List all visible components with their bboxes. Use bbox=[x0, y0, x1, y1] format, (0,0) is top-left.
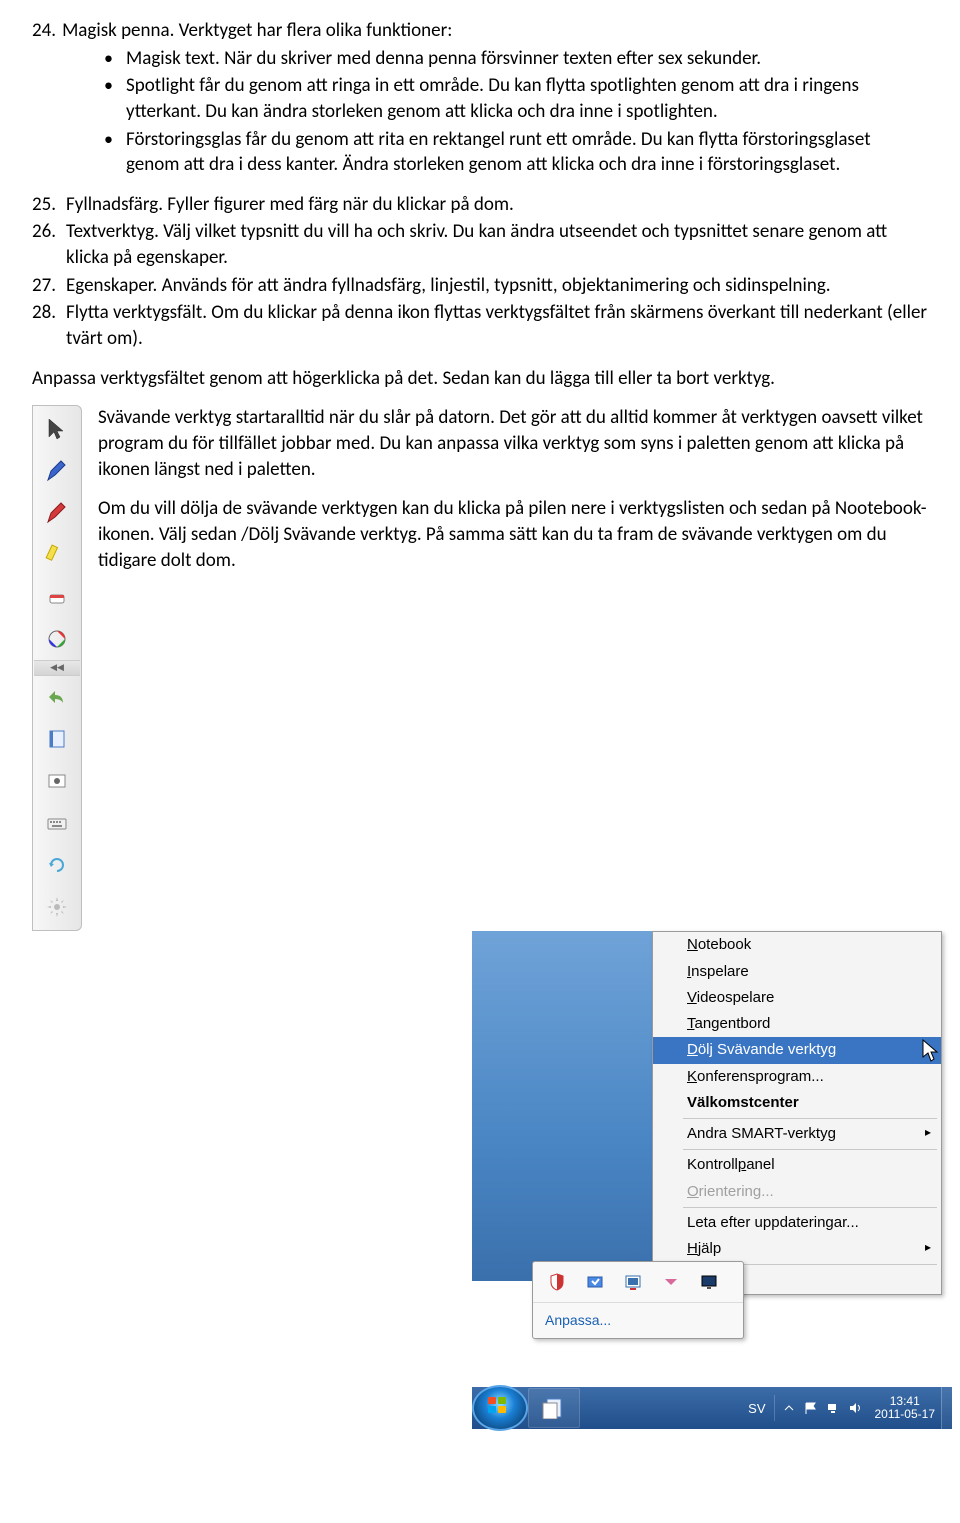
item-text: Magisk penna. Verktyget har flera olika … bbox=[62, 18, 452, 44]
menu-separator bbox=[683, 1149, 937, 1150]
paragraph: Svävande verktyg startaralltid när du sl… bbox=[98, 405, 928, 482]
list-item: Förstoringsglas får du genom att rita en… bbox=[126, 127, 928, 178]
menu-item-uppdateringar[interactable]: Leta efter uppdateringar... bbox=[653, 1210, 941, 1236]
menu-item-notebook[interactable]: Notebook bbox=[653, 932, 941, 958]
settings-tool[interactable] bbox=[37, 887, 77, 927]
list-item-28: 28. Flytta verktygsfält. Om du klickar p… bbox=[32, 300, 928, 351]
notebook-tool[interactable] bbox=[37, 719, 77, 759]
color-picker-tool[interactable] bbox=[37, 619, 77, 659]
taskbar-clock[interactable]: 13:41 2011-05-17 bbox=[869, 1395, 942, 1423]
menu-item-konferensprogram[interactable]: Konferensprogram... bbox=[653, 1064, 941, 1090]
eraser-tool[interactable] bbox=[37, 577, 77, 617]
refresh-tool[interactable] bbox=[37, 845, 77, 885]
list-item: Spotlight får du genom att ringa in ett … bbox=[126, 73, 928, 124]
paragraph-customize: Anpassa verktygsfältet genom att högerkl… bbox=[32, 366, 928, 392]
clock-date: 2011-05-17 bbox=[875, 1408, 936, 1422]
menu-item-andra-smart[interactable]: Andra SMART-verktyg bbox=[653, 1121, 941, 1147]
menu-item-kontrollpanel[interactable]: Kontrollpanel bbox=[653, 1152, 941, 1178]
menu-label: Dölj Svävande verktyg bbox=[687, 1041, 836, 1058]
volume-icon[interactable] bbox=[847, 1400, 863, 1416]
menu-item-dolj-svavande[interactable]: Dölj Svävande verktyg bbox=[653, 1037, 941, 1063]
list-item-25: 25. Fyllnadsfärg. Fyller figurer med fär… bbox=[32, 192, 928, 218]
list-item-27: 27. Egenskaper. Används för att ändra fy… bbox=[32, 273, 928, 299]
paragraph: Om du vill dölja de svävande verktygen k… bbox=[98, 496, 928, 573]
menu-label: Notebook bbox=[687, 936, 751, 953]
tray-icon-shield[interactable] bbox=[547, 1272, 567, 1292]
flag-icon[interactable] bbox=[803, 1400, 819, 1416]
item-text: Egenskaper. Används för att ändra fyllna… bbox=[66, 273, 928, 299]
floating-description: Svävande verktyg startaralltid när du sl… bbox=[98, 405, 928, 587]
menu-separator bbox=[683, 1207, 937, 1208]
pen-tool-blue[interactable] bbox=[37, 451, 77, 491]
list-item: Magisk text. När du skriver med denna pe… bbox=[126, 46, 928, 72]
numbered-list: 25. Fyllnadsfärg. Fyller figurer med fär… bbox=[32, 192, 928, 352]
show-desktop-button[interactable] bbox=[941, 1387, 952, 1429]
collapse-icon[interactable]: ◀◀ bbox=[34, 660, 80, 676]
list-item-24: 24. Magisk penna. Verktyget har flera ol… bbox=[32, 18, 928, 44]
item-number: 26. bbox=[32, 219, 60, 270]
menu-label: Konferensprogram... bbox=[687, 1068, 824, 1085]
menu-label: Andra SMART-verktyg bbox=[687, 1125, 836, 1142]
tray-icons-grid bbox=[533, 1262, 743, 1302]
menu-item-orientering: Orientering... bbox=[653, 1179, 941, 1205]
menu-label: Tangentbord bbox=[687, 1015, 770, 1032]
floating-toolbar: ◀◀ bbox=[32, 405, 82, 931]
network-icon[interactable] bbox=[825, 1400, 841, 1416]
menu-label: Leta efter uppdateringar... bbox=[687, 1214, 859, 1231]
item-number: 25. bbox=[32, 192, 60, 218]
item-number: 28. bbox=[32, 300, 60, 351]
screenshot-area: Notebook Inspelare Videospelare Tangentb… bbox=[472, 931, 952, 1431]
pen-tool-red[interactable] bbox=[37, 493, 77, 533]
item-number: 24. bbox=[32, 18, 56, 44]
item-24-sublist: Magisk text. När du skriver med denna pe… bbox=[32, 46, 928, 178]
keyboard-tool[interactable] bbox=[37, 803, 77, 843]
menu-label: Kontrollpanel bbox=[687, 1156, 775, 1173]
tray-up-icon[interactable] bbox=[781, 1400, 797, 1416]
clock-time: 13:41 bbox=[875, 1395, 936, 1409]
taskbar: SV 13:41 2011-05-17 bbox=[472, 1387, 952, 1429]
context-menu: Notebook Inspelare Videospelare Tangentb… bbox=[652, 931, 942, 1294]
menu-item-tangentbord[interactable]: Tangentbord bbox=[653, 1011, 941, 1037]
menu-item-hjalp[interactable]: Hjälp bbox=[653, 1236, 941, 1262]
menu-label: Välkomstcenter bbox=[687, 1094, 799, 1111]
menu-item-valkomstcenter[interactable]: Välkomstcenter bbox=[653, 1090, 941, 1116]
tray-icon-arrow[interactable] bbox=[661, 1272, 681, 1292]
menu-item-inspelare[interactable]: Inspelare bbox=[653, 959, 941, 985]
system-tray bbox=[775, 1400, 869, 1416]
menu-label: Hjälp bbox=[687, 1240, 721, 1257]
tray-icon-smart[interactable] bbox=[623, 1272, 643, 1292]
capture-tool[interactable] bbox=[37, 761, 77, 801]
taskbar-app-icon[interactable] bbox=[528, 1388, 580, 1428]
undo-tool[interactable] bbox=[37, 677, 77, 717]
tray-customize-link[interactable]: Anpassa... bbox=[533, 1302, 743, 1338]
menu-label: Videospelare bbox=[687, 989, 774, 1006]
menu-label: Inspelare bbox=[687, 963, 749, 980]
tray-icon-monitor[interactable] bbox=[699, 1272, 719, 1292]
menu-item-videospelare[interactable]: Videospelare bbox=[653, 985, 941, 1011]
highlighter-tool[interactable] bbox=[37, 535, 77, 575]
tray-icon-update[interactable] bbox=[585, 1272, 605, 1292]
menu-label: Orientering... bbox=[687, 1183, 774, 1200]
link-label: Anpassa... bbox=[545, 1312, 611, 1328]
menu-separator bbox=[683, 1118, 937, 1119]
start-button[interactable] bbox=[472, 1385, 528, 1431]
item-text: Flytta verktygsfält. Om du klickar på de… bbox=[66, 300, 928, 351]
pointer-tool[interactable] bbox=[37, 409, 77, 449]
tray-popup: Anpassa... bbox=[532, 1261, 744, 1339]
language-indicator[interactable]: SV bbox=[740, 1395, 774, 1421]
item-text: Textverktyg. Välj vilket typsnitt du vil… bbox=[66, 219, 928, 270]
list-item-26: 26. Textverktyg. Välj vilket typsnitt du… bbox=[32, 219, 928, 270]
item-text: Fyllnadsfärg. Fyller figurer med färg nä… bbox=[66, 192, 928, 218]
item-number: 27. bbox=[32, 273, 60, 299]
